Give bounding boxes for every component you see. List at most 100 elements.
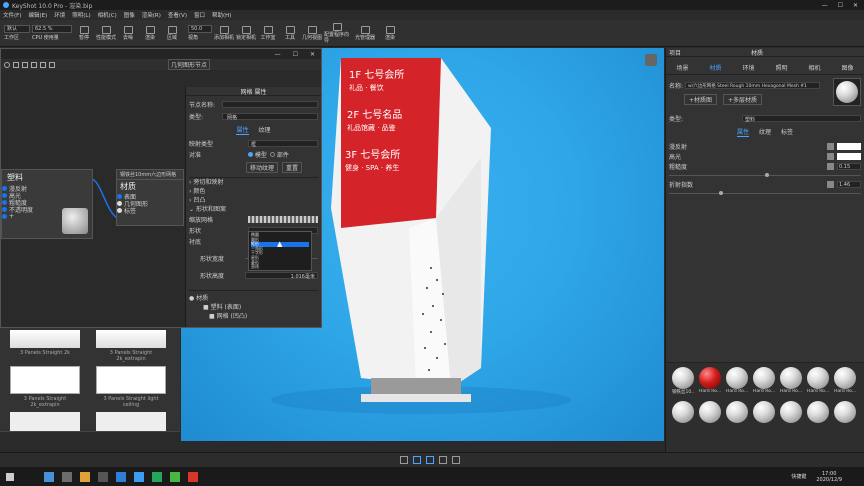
section-bump[interactable]: › 凹凸: [189, 196, 318, 205]
taskbar-app-icon[interactable]: [80, 471, 90, 482]
material-thumb[interactable]: Hard Ro...: [807, 367, 829, 395]
align-model-radio[interactable]: 模型: [248, 150, 267, 159]
menu-render[interactable]: 渲染(R): [142, 11, 161, 19]
clock[interactable]: 17:00 2020/12/9: [816, 471, 842, 483]
cpu-usage-field[interactable]: 62.5 %: [32, 25, 72, 33]
material-thumb[interactable]: [834, 401, 856, 423]
material-thumb[interactable]: Hard Ro...: [699, 367, 721, 395]
taskbar-app-icon[interactable]: [98, 471, 108, 482]
texture-slot-icon[interactable]: [827, 180, 834, 188]
render-button[interactable]: 渲染: [380, 21, 400, 45]
taskbar-app-icon[interactable]: [170, 471, 180, 482]
pause-button[interactable]: 暂停: [74, 21, 94, 45]
render-mode-button[interactable]: 渲染: [140, 21, 160, 45]
configurator-wizard-button[interactable]: 配置程序向导: [324, 21, 350, 45]
library-item[interactable]: 3 Panels Straight light ceiling: [96, 366, 166, 408]
menu-window[interactable]: 窗口: [194, 11, 205, 19]
menu-image[interactable]: 图像: [124, 11, 135, 19]
library-item[interactable]: 3 Panels Straight 2k_extrapin: [96, 330, 166, 362]
menu-file[interactable]: 文件(F): [3, 11, 21, 19]
library-item[interactable]: 3 Panels Straight 2k: [10, 330, 80, 362]
diffuse-color-swatch[interactable]: [837, 142, 861, 150]
roughness-slider[interactable]: [669, 171, 861, 179]
node-type-select[interactable]: 网格: [222, 113, 318, 121]
library-item[interactable]: 3 Panels Straight 2k_extrapin: [10, 366, 80, 408]
ior-field[interactable]: 1.46: [837, 180, 861, 188]
delete-icon[interactable]: [31, 61, 37, 68]
material-thumb[interactable]: [807, 401, 829, 423]
close-button[interactable]: ✕: [853, 2, 858, 9]
maximize-button[interactable]: ☐: [838, 2, 843, 9]
graph-maximize-button[interactable]: ☐: [293, 51, 298, 58]
section-color[interactable]: › 颜色: [189, 187, 318, 196]
taskbar-app-icon[interactable]: [188, 471, 198, 482]
material-preview-large[interactable]: [833, 78, 861, 106]
tab-scene[interactable]: 场景: [676, 63, 688, 72]
tree-item-material[interactable]: ● 材质: [189, 293, 318, 302]
taskbar-app-icon[interactable]: [134, 471, 144, 482]
material-thumb[interactable]: [726, 401, 748, 423]
node-plastic[interactable]: 塑料 漫反射 高光 粗糙度 不透明度 +: [1, 169, 93, 239]
material-thumb[interactable]: [753, 401, 775, 423]
start-icon[interactable]: [6, 472, 14, 481]
section-mapping[interactable]: › 旁切和映射: [189, 178, 318, 187]
tab-environment[interactable]: 环境: [742, 63, 754, 72]
paste-icon[interactable]: [49, 61, 55, 68]
specular-color-swatch[interactable]: [837, 152, 861, 160]
tab-mat-properties[interactable]: 属性: [736, 127, 749, 137]
layout-icon[interactable]: [13, 61, 19, 68]
material-thumb[interactable]: [699, 401, 721, 423]
material-thumb[interactable]: [672, 401, 694, 423]
menu-camera[interactable]: 相机(C): [98, 11, 117, 19]
section-shape[interactable]: ⌄ 形状和图案: [189, 205, 318, 214]
material-thumb[interactable]: Hard Ro...: [780, 367, 802, 395]
region-button[interactable]: 区域: [162, 21, 182, 45]
minimize-button[interactable]: —: [822, 2, 828, 9]
material-thumb[interactable]: Hard Ro...: [753, 367, 775, 395]
multi-layer-button[interactable]: +多层材质: [723, 94, 763, 105]
workspace-select[interactable]: 默认: [4, 25, 30, 33]
light-manager-button[interactable]: 光管理器: [352, 21, 378, 45]
tab-texture[interactable]: 纹理: [259, 125, 271, 135]
menu-view[interactable]: 查看(V): [168, 11, 187, 19]
roughness-field[interactable]: 0.15: [837, 162, 861, 170]
geometry-view-button[interactable]: 几何视图: [302, 21, 322, 45]
align-part-radio[interactable]: 部件: [269, 150, 289, 159]
graph-close-button[interactable]: ✕: [310, 51, 315, 58]
texture-slot-icon[interactable]: [827, 142, 834, 150]
performance-mode-button[interactable]: 性能模式: [96, 21, 116, 45]
taskbar-app-icon[interactable]: [152, 471, 162, 482]
material-type-select[interactable]: 塑料: [742, 115, 861, 123]
material-thumb[interactable]: [780, 401, 802, 423]
tab-properties[interactable]: 属性: [236, 125, 249, 135]
viewport-overlay-button[interactable]: [645, 54, 657, 66]
ior-slider[interactable]: [669, 189, 861, 197]
material-thumb[interactable]: Hard Ro...: [834, 367, 856, 395]
menu-help[interactable]: 帮助(H): [212, 11, 231, 19]
studio-button[interactable]: 工作室: [258, 21, 278, 45]
port-label[interactable]: 标签: [117, 207, 183, 215]
taskbar-app-icon[interactable]: [44, 471, 54, 482]
material-thumb[interactable]: Hard Ro...: [726, 367, 748, 395]
copy-icon[interactable]: [40, 61, 46, 68]
tab-material[interactable]: 材质: [709, 63, 721, 72]
viewport-tool-icon[interactable]: [413, 456, 421, 464]
viewport-tool-icon[interactable]: [439, 456, 447, 464]
node-name-input[interactable]: [222, 101, 318, 108]
shape-height-field[interactable]: 1.016毫米: [245, 272, 318, 280]
viewport-tool-icon[interactable]: [426, 456, 434, 464]
tab-image[interactable]: 图像: [841, 63, 853, 72]
taskbar-app-icon[interactable]: [62, 471, 72, 482]
menu-lighting[interactable]: 照明(L): [72, 11, 90, 19]
texture-slot-icon[interactable]: [827, 152, 834, 160]
scale-grid-slider[interactable]: [248, 216, 318, 223]
material-thumb[interactable]: 钢铁丝10...: [672, 367, 694, 395]
tab-mat-texture[interactable]: 纹理: [759, 127, 771, 137]
menu-edit[interactable]: 编辑(E): [28, 11, 47, 19]
mapping-type-select[interactable]: 框: [248, 140, 318, 148]
reset-button[interactable]: 重置: [282, 162, 303, 173]
tab-camera[interactable]: 相机: [808, 63, 820, 72]
tab-lighting[interactable]: 照明: [775, 63, 787, 72]
tools-button[interactable]: 工具: [280, 21, 300, 45]
denoise-button[interactable]: 去噪: [118, 21, 138, 45]
